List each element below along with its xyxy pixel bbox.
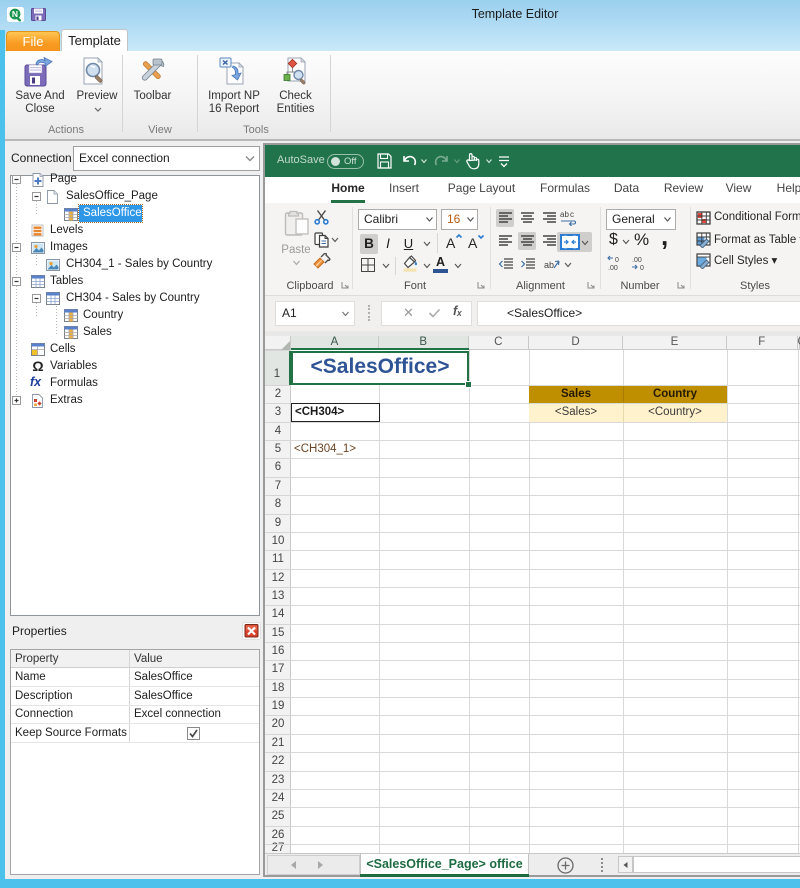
- svg-text:ab: ab: [560, 210, 569, 219]
- svg-text:A: A: [468, 235, 478, 251]
- svg-text:.00: .00: [632, 257, 642, 264]
- svg-text:0: 0: [640, 265, 644, 271]
- svg-text:.00: .00: [608, 265, 618, 271]
- svg-text:0: 0: [615, 257, 619, 264]
- svg-text:A: A: [446, 235, 456, 251]
- svg-text:ab: ab: [544, 260, 554, 270]
- svg-text:N: N: [12, 9, 18, 19]
- svg-text:c: c: [570, 210, 574, 219]
